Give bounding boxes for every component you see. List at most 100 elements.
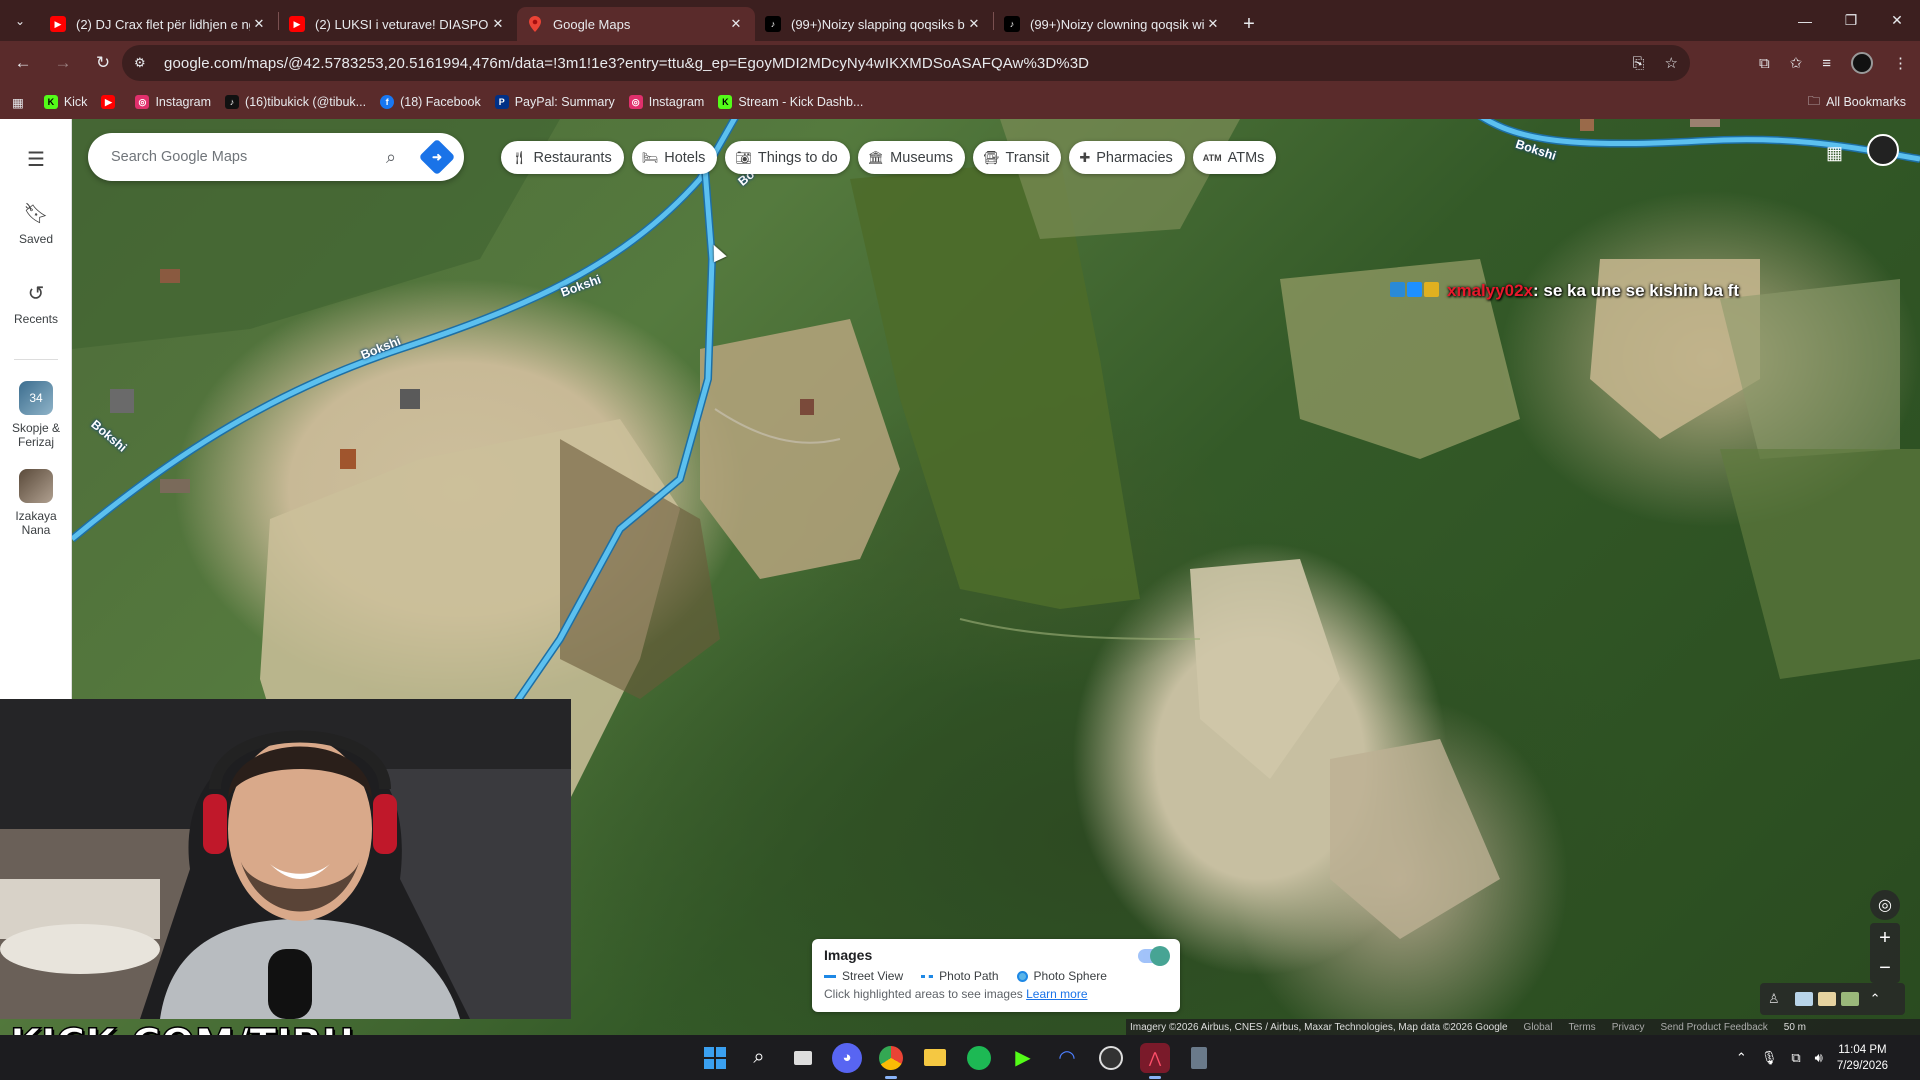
- chat-text: : se ka une se kishin ba ft: [1533, 281, 1739, 300]
- close-icon[interactable]: ✕: [1204, 16, 1222, 32]
- recents-button[interactable]: ↺ Recents: [0, 281, 72, 326]
- back-arrow-icon[interactable]: ←: [6, 46, 40, 80]
- forward-arrow-icon[interactable]: →: [46, 46, 80, 80]
- close-icon[interactable]: ✕: [965, 16, 983, 32]
- bookmark-instagram[interactable]: ◎ Instagram: [135, 95, 211, 109]
- obs-icon[interactable]: [1096, 1043, 1126, 1073]
- chip-restaurants[interactable]: 🍴︎ Restaurants: [501, 141, 624, 174]
- zoom-out-button[interactable]: −: [1870, 953, 1900, 983]
- maps-side-rail: ☰ 🔖︎ Saved ↺ Recents 34 Skopje & Ferizaj…: [0, 119, 72, 699]
- streamlabs-icon[interactable]: ⋀: [1140, 1042, 1170, 1079]
- address-bar[interactable]: ⚙ google.com/maps/@42.5783253,20.5161994…: [122, 45, 1690, 81]
- bookmark-youtube[interactable]: ▶: [101, 95, 121, 109]
- chip-pharmacies[interactable]: ✚ Pharmacies: [1069, 141, 1185, 174]
- tab-5[interactable]: ♪ (99+)Noizy clowning qoqsik wi ✕: [994, 7, 1232, 41]
- spotify-icon[interactable]: [964, 1043, 994, 1073]
- search-icon[interactable]: ⌕: [744, 1043, 774, 1073]
- close-icon[interactable]: ✕: [727, 16, 745, 32]
- privacy-link[interactable]: Privacy: [1612, 1022, 1645, 1033]
- chip-hotels[interactable]: 🛏︎ Hotels: [631, 141, 718, 174]
- stream-chat-message: xmalyy02x: se ka une se kishin ba ft: [1390, 281, 1739, 302]
- network-icon[interactable]: ⧉: [1791, 1050, 1800, 1066]
- global-link[interactable]: Global: [1524, 1022, 1553, 1033]
- arc-icon[interactable]: ◠: [1052, 1043, 1082, 1073]
- new-tab-button[interactable]: +: [1232, 7, 1266, 41]
- google-apps-icon[interactable]: ▦: [1826, 143, 1843, 164]
- bookmark-tiktok[interactable]: ♪ (16)tibukick (@tibuk...: [225, 95, 366, 109]
- recent-place-label: Izakaya Nana: [15, 509, 57, 537]
- directions-icon[interactable]: ➜: [418, 138, 456, 176]
- account-avatar[interactable]: [1867, 134, 1899, 166]
- discord-icon[interactable]: ◕: [832, 1042, 862, 1073]
- tab-title: (2) LUKSI i veturave! DIASPORA: [315, 16, 489, 32]
- file-explorer-icon[interactable]: [920, 1043, 950, 1073]
- tab-2[interactable]: ▶ (2) LUKSI i veturave! DIASPORA ✕: [279, 7, 517, 41]
- profile-avatar[interactable]: [1851, 52, 1873, 74]
- recents-label: Recents: [13, 312, 59, 326]
- menu-dots-icon[interactable]: ⋮: [1893, 54, 1908, 72]
- terms-link[interactable]: Terms: [1568, 1022, 1595, 1033]
- chip-museums[interactable]: 🏛︎ Museums: [857, 141, 966, 174]
- images-legend: Images Street View Photo Path Photo Sphe…: [812, 939, 1180, 1012]
- search-icon[interactable]: ⌕: [386, 147, 412, 168]
- install-app-icon[interactable]: ⎘: [1633, 55, 1645, 72]
- bookmark-kick[interactable]: K Kick: [43, 95, 87, 109]
- close-icon[interactable]: ✕: [250, 16, 268, 32]
- zoom-in-button[interactable]: +: [1870, 923, 1900, 953]
- site-info-icon[interactable]: ⚙: [134, 55, 152, 71]
- tab-title: Google Maps: [553, 16, 631, 32]
- restore-icon[interactable]: ❐: [1828, 0, 1874, 41]
- feedback-link[interactable]: Send Product Feedback: [1660, 1022, 1767, 1033]
- recent-place-izakaya-nana[interactable]: Izakaya Nana: [0, 469, 72, 537]
- bookmark-star-icon[interactable]: ☆: [1665, 54, 1678, 72]
- bookmark-label: (16)tibukick (@tibuk...: [245, 95, 367, 109]
- learn-more-link[interactable]: Learn more: [1026, 987, 1087, 1001]
- tab-search-button[interactable]: ⌄: [0, 0, 40, 41]
- recent-place-skopje-ferizaj[interactable]: 34 Skopje & Ferizaj: [0, 381, 72, 449]
- volume-icon[interactable]: 🔊︎: [1815, 1050, 1823, 1066]
- media-controls-icon[interactable]: ≡: [1822, 55, 1831, 72]
- chevron-up-icon[interactable]: ⌃: [1736, 1050, 1747, 1066]
- url-text[interactable]: google.com/maps/@42.5783253,20.5161994,4…: [164, 55, 1089, 72]
- chip-transit[interactable]: 🚍︎ Transit: [973, 141, 1062, 174]
- chip-things-to-do[interactable]: 📷︎ Things to do: [725, 141, 850, 174]
- favorites-icon[interactable]: ✩: [1790, 54, 1803, 72]
- reload-icon[interactable]: ↻: [86, 46, 120, 80]
- tab-1[interactable]: ▶ (2) DJ Crax flet për lidhjen e ng ✕: [40, 7, 278, 41]
- layers-control[interactable]: ♙ ⌃: [1760, 983, 1905, 1015]
- bookmark-instagram-2[interactable]: ◎ Instagram: [628, 95, 704, 109]
- maps-search-box[interactable]: Search Google Maps ⌕ ➜: [88, 133, 464, 181]
- windows-start-icon[interactable]: [700, 1043, 730, 1073]
- my-location-button[interactable]: ◎: [1870, 890, 1900, 920]
- extensions-icon[interactable]: ⧉: [1759, 55, 1770, 72]
- calculator-icon[interactable]: [1184, 1043, 1214, 1073]
- all-bookmarks-button[interactable]: 🗀 All Bookmarks: [1808, 85, 1906, 119]
- kick-studio-icon[interactable]: ▶: [1008, 1043, 1038, 1073]
- close-window-icon[interactable]: ✕: [1874, 0, 1920, 41]
- search-input[interactable]: Search Google Maps: [111, 149, 386, 165]
- bookmark-facebook[interactable]: f (18) Facebook: [380, 95, 481, 109]
- apps-grid-icon[interactable]: ▦: [12, 95, 24, 110]
- images-toggle[interactable]: [1138, 946, 1170, 966]
- layer-thumbnail-icon[interactable]: [1794, 992, 1813, 1006]
- layer-thumbnail-icon[interactable]: [1817, 992, 1836, 1006]
- close-icon[interactable]: ✕: [489, 16, 507, 32]
- taskbar-apps: ⌕ ◕ ▶ ◠ ⋀: [700, 1035, 1214, 1080]
- pegman-icon[interactable]: ♙: [1768, 991, 1780, 1007]
- bookmark-paypal[interactable]: P PayPal: Summary: [494, 95, 615, 109]
- task-view-icon[interactable]: [788, 1043, 818, 1073]
- imagery-credit: Imagery ©2026 Airbus, CNES / Airbus, Max…: [1130, 1021, 1508, 1033]
- microphone-icon[interactable]: 🎙︎: [1761, 1050, 1778, 1066]
- clock[interactable]: 11:04 PM 7/29/2026: [1837, 1042, 1888, 1074]
- chevron-up-icon[interactable]: ⌃: [1870, 991, 1881, 1007]
- minimize-icon[interactable]: —: [1782, 0, 1828, 41]
- chip-atms[interactable]: ATM ATMs: [1192, 141, 1277, 174]
- menu-button[interactable]: ☰: [0, 147, 72, 178]
- tab-3-active[interactable]: Google Maps ✕: [517, 7, 755, 41]
- chrome-icon[interactable]: [876, 1043, 906, 1079]
- bookmark-kick-dashboard[interactable]: K Stream - Kick Dashb...: [718, 95, 863, 109]
- tab-4[interactable]: ♪ (99+)Noizy slapping qoqsiks bu ✕: [755, 7, 993, 41]
- saved-button[interactable]: 🔖︎ Saved: [0, 201, 72, 246]
- layer-thumbnail-icon[interactable]: [1840, 992, 1859, 1006]
- scale-bar[interactable]: 50 m: [1784, 1022, 1806, 1033]
